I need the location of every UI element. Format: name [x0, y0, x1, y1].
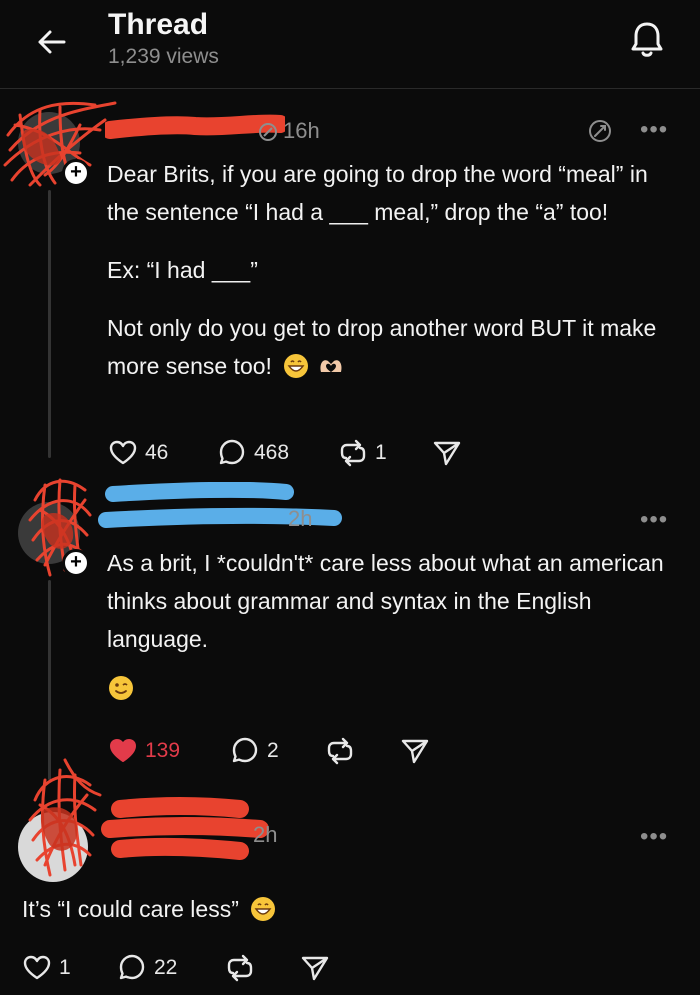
more-options-icon[interactable]: ••• [640, 825, 668, 849]
avatar[interactable] [18, 812, 88, 882]
comment-count: 468 [254, 441, 290, 464]
repost-button[interactable] [325, 736, 362, 766]
winking-face-emoji [109, 676, 133, 700]
heart-filled-icon [110, 739, 136, 762]
paragraph: Ex: “I had ___” [107, 257, 258, 283]
post-time: 2h [253, 822, 278, 847]
post-text: Dear Brits, if you are going to drop the… [107, 155, 677, 385]
repost-icon [327, 737, 353, 765]
comment-button[interactable]: 2 [230, 736, 279, 766]
post-text: As a brit, I *couldn't* care less about … [107, 544, 677, 658]
heart-hands-emoji [320, 360, 342, 372]
comment-bubble-icon [219, 439, 245, 465]
like-count: 139 [145, 739, 181, 762]
notifications-button[interactable] [624, 16, 670, 62]
repost-icon [340, 439, 366, 467]
share-button[interactable] [400, 736, 430, 766]
comment-button[interactable]: 468 [217, 438, 289, 468]
back-arrow-icon [38, 30, 66, 54]
translate-icon[interactable] [586, 117, 614, 145]
repost-count: 1 [375, 441, 387, 464]
like-button[interactable]: 46 [108, 438, 168, 468]
paragraph: As a brit, I *couldn't* care less about … [107, 550, 664, 652]
page-title: Thread [108, 8, 209, 41]
comment-count: 22 [154, 956, 178, 979]
bell-icon [631, 22, 663, 57]
follow-plus-badge[interactable]: + [62, 159, 90, 187]
send-icon [301, 956, 329, 981]
grinning-face-emoji [251, 897, 276, 921]
paragraph: Dear Brits, if you are going to drop the… [107, 161, 648, 225]
paragraph: Not only do you get to drop another word… [107, 315, 657, 379]
repost-button[interactable] [225, 953, 255, 983]
follow-plus-badge[interactable]: + [62, 549, 90, 577]
back-button[interactable] [30, 20, 74, 64]
username-redaction [101, 797, 269, 860]
post-text: It’s “I could care less” [22, 890, 672, 928]
like-count: 1 [59, 956, 71, 979]
comment-bubble-icon [232, 737, 258, 763]
like-button[interactable]: 139 [108, 736, 180, 766]
heart-icon [23, 955, 51, 980]
clock-icon [259, 123, 277, 141]
thread-connector-line [48, 580, 51, 780]
repost-icon [227, 954, 253, 982]
send-icon [401, 739, 429, 764]
more-options-icon[interactable]: ••• [640, 508, 668, 532]
share-button[interactable] [432, 438, 462, 468]
comment-bubble-icon [119, 954, 145, 980]
send-icon [433, 441, 461, 466]
comment-button[interactable]: 22 [117, 953, 177, 983]
comment-count: 2 [267, 739, 279, 762]
heart-icon [109, 440, 137, 465]
view-count: 1,239 views [108, 45, 219, 68]
thread-header [0, 0, 700, 89]
post-time: 2h [288, 506, 313, 531]
more-options-icon[interactable]: ••• [640, 118, 668, 142]
share-button[interactable] [300, 953, 330, 983]
repost-button[interactable]: 1 [338, 438, 387, 468]
like-button[interactable]: 1 [22, 953, 71, 983]
paragraph: It’s “I could care less” [22, 890, 672, 928]
post-time: 16h [283, 118, 320, 143]
like-count: 46 [145, 441, 169, 464]
grinning-face-emoji [284, 354, 309, 378]
thread-connector-line [48, 190, 51, 458]
